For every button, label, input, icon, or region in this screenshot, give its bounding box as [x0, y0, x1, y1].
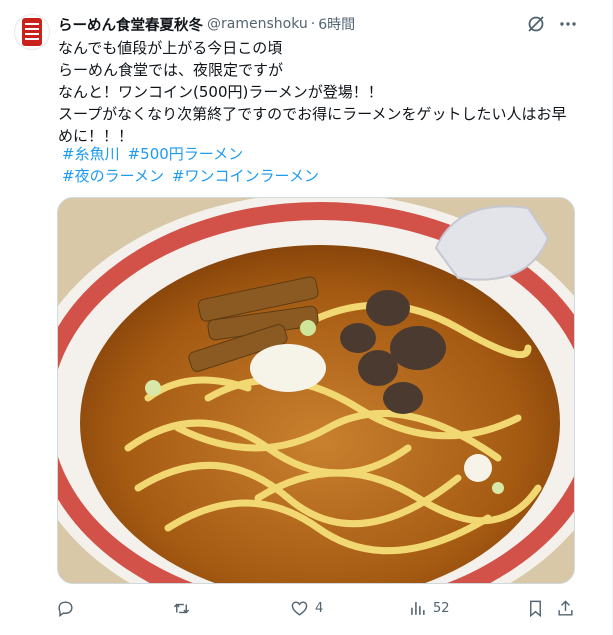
reply-button[interactable]	[56, 596, 75, 620]
separator: ·	[310, 16, 316, 32]
share-icon	[558, 599, 573, 616]
hashtag-link[interactable]: #夜のラーメン	[62, 167, 164, 185]
hashtag-link[interactable]: #500円ラーメン	[128, 145, 244, 163]
heart-icon	[291, 600, 308, 616]
ramen-shop-logo-icon	[22, 18, 42, 46]
tweet: らーめん食堂春夏秋冬 @ramenshoku · 6時間 なんでも値段が上がる今…	[0, 0, 613, 635]
like-button[interactable]: 4	[290, 596, 323, 620]
repost-icon	[173, 603, 190, 613]
hashtag-row: #夜のラーメン #ワンコインラーメン	[62, 165, 327, 187]
views-count: 52	[433, 600, 450, 616]
more-options-icon[interactable]	[558, 14, 578, 34]
avatar[interactable]	[14, 14, 50, 50]
hashtag-link[interactable]: #糸魚川	[62, 145, 120, 163]
hashtag-link[interactable]: #ワンコインラーメン	[172, 167, 319, 185]
views-icon	[411, 601, 425, 615]
ramen-bowl-image	[58, 198, 574, 583]
tweet-line: スープがなくなり次第終了ですのでお得にラーメンをゲットしたい人はお早	[58, 105, 567, 123]
hashtags: #糸魚川 #500円ラーメン #夜のラーメン #ワンコインラーメン	[62, 143, 327, 187]
tweet-photo[interactable]	[57, 197, 575, 584]
tweet-line: なんと！ワンコイン(500円)ラーメンが登場！！	[58, 83, 383, 101]
timestamp[interactable]: 6時間	[318, 14, 355, 34]
handle[interactable]: @ramenshoku	[207, 16, 308, 32]
share-button[interactable]	[556, 596, 575, 620]
reply-icon	[58, 600, 73, 617]
tweet-line: らーめん食堂では、夜限定ですが	[58, 61, 284, 79]
like-count: 4	[315, 600, 324, 616]
views-button[interactable]: 52	[408, 596, 450, 620]
bookmark-button[interactable]	[526, 596, 545, 620]
grok-icon[interactable]	[526, 14, 546, 34]
hashtag-row: #糸魚川 #500円ラーメン	[62, 143, 327, 165]
action-bar: 4 52	[56, 596, 576, 620]
bookmark-icon	[530, 600, 541, 617]
tweet-line: なんでも値段が上がる今日この頃	[58, 39, 283, 57]
display-name[interactable]: らーめん食堂春夏秋冬	[58, 14, 203, 35]
repost-button[interactable]	[172, 596, 191, 620]
tweet-text: なんでも値段が上がる今日この頃 らーめん食堂では、夜限定ですが なんと！ワンコイ…	[58, 37, 573, 147]
tweet-header: らーめん食堂春夏秋冬 @ramenshoku · 6時間	[58, 14, 564, 34]
